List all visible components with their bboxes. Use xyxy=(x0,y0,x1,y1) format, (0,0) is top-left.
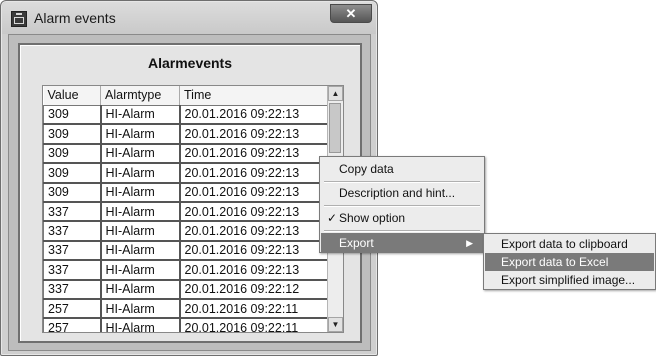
export-submenu: Export data to clipboard Export data to … xyxy=(483,233,656,290)
cell-alarmtype: HI-Alarm xyxy=(100,220,181,242)
table-row[interactable]: 309 HI-Alarm 20.01.2016 09:22:13 xyxy=(43,162,331,184)
cell-alarmtype: HI-Alarm xyxy=(100,240,181,262)
cell-value: 309 xyxy=(43,143,102,165)
menu-item-label: Export simplified image... xyxy=(501,273,636,287)
cell-value: 337 xyxy=(43,279,102,300)
menu-item-export-simplified-image[interactable]: Export simplified image... xyxy=(485,271,654,289)
table-row[interactable]: 309 HI-Alarm 20.01.2016 09:22:13 xyxy=(43,143,331,165)
menu-item-label: Show option xyxy=(339,211,406,225)
menu-item-export[interactable]: Export ▶ xyxy=(321,233,483,253)
cell-alarmtype: HI-Alarm xyxy=(100,201,181,223)
table-row[interactable]: 309 HI-Alarm 20.01.2016 09:22:13 xyxy=(43,182,331,203)
window-title: Alarm events xyxy=(34,10,116,26)
title-bar[interactable]: Alarm events ✕ xyxy=(2,2,376,34)
cell-time: 20.01.2016 09:22:13 xyxy=(179,240,331,262)
cell-time: 20.01.2016 09:22:13 xyxy=(179,182,331,203)
menu-item-export-clipboard[interactable]: Export data to clipboard xyxy=(485,235,654,253)
menu-separator xyxy=(324,230,480,232)
table-row[interactable]: 337 HI-Alarm 20.01.2016 09:22:13 xyxy=(43,201,331,223)
menu-separator xyxy=(324,205,480,207)
cell-alarmtype: HI-Alarm xyxy=(100,182,181,203)
cell-time: 20.01.2016 09:22:13 xyxy=(179,104,331,126)
cell-value: 309 xyxy=(43,182,102,203)
cell-alarmtype: HI-Alarm xyxy=(100,162,181,184)
scroll-thumb[interactable] xyxy=(329,103,341,153)
table-header-row: Value Alarmtype Time xyxy=(43,86,330,106)
table-row[interactable]: 337 HI-Alarm 20.01.2016 09:22:12 xyxy=(43,279,331,300)
cell-alarmtype: HI-Alarm xyxy=(100,259,181,281)
menu-item-label: Export data to clipboard xyxy=(501,237,628,251)
table-row[interactable]: 257 HI-Alarm 20.01.2016 09:22:11 xyxy=(43,298,331,320)
check-icon: ✓ xyxy=(327,211,338,225)
cell-time: 20.01.2016 09:22:13 xyxy=(179,123,331,145)
cell-time: 20.01.2016 09:22:13 xyxy=(179,220,331,242)
cell-value: 337 xyxy=(43,259,102,281)
cell-value: 337 xyxy=(43,220,102,242)
table-row[interactable]: 309 HI-Alarm 20.01.2016 09:22:13 xyxy=(43,104,331,126)
column-header-time[interactable]: Time xyxy=(179,86,330,106)
menu-item-copy-data[interactable]: Copy data xyxy=(321,159,483,179)
cell-alarmtype: HI-Alarm xyxy=(100,279,181,300)
cell-time: 20.01.2016 09:22:12 xyxy=(179,279,331,300)
table-row[interactable]: 337 HI-Alarm 20.01.2016 09:22:13 xyxy=(43,220,331,242)
menu-item-label: Export xyxy=(339,236,374,250)
app-window-icon xyxy=(11,11,27,27)
column-header-alarmtype[interactable]: Alarmtype xyxy=(100,86,180,106)
cell-value: 309 xyxy=(43,104,102,126)
cell-value: 337 xyxy=(43,240,102,262)
cell-alarmtype: HI-Alarm xyxy=(100,298,181,320)
context-menu: Copy data Description and hint... ✓ Show… xyxy=(319,156,485,253)
cell-alarmtype: HI-Alarm xyxy=(100,143,181,165)
close-button[interactable]: ✕ xyxy=(330,4,372,23)
table-row[interactable]: 337 HI-Alarm 20.01.2016 09:22:13 xyxy=(43,240,331,262)
alarm-table: Value Alarmtype Time 309 HI-Alarm 20.01.20… xyxy=(42,85,344,333)
cell-alarmtype: HI-Alarm xyxy=(100,317,181,332)
window-client-area: Alarmevents Value Alarmtype Time 309 HI-A… xyxy=(8,34,371,351)
cell-value: 309 xyxy=(43,123,102,145)
menu-item-label: Copy data xyxy=(339,162,394,176)
table-row[interactable]: 257 HI-Alarm 20.01.2016 09:22:11 xyxy=(43,317,331,332)
menu-item-show-option[interactable]: ✓ Show option xyxy=(321,208,483,228)
cell-time: 20.01.2016 09:22:11 xyxy=(179,317,331,332)
cell-value: 257 xyxy=(43,317,102,332)
cell-alarmtype: HI-Alarm xyxy=(100,123,181,145)
cell-value: 257 xyxy=(43,298,102,320)
table-row[interactable]: 337 HI-Alarm 20.01.2016 09:22:13 xyxy=(43,259,331,281)
cell-time: 20.01.2016 09:22:13 xyxy=(179,162,331,184)
cell-time: 20.01.2016 09:22:13 xyxy=(179,143,331,165)
scroll-down-icon[interactable]: ▼ xyxy=(328,317,343,332)
scroll-up-icon[interactable]: ▲ xyxy=(328,86,343,101)
cell-time: 20.01.2016 09:22:11 xyxy=(179,298,331,320)
cell-time: 20.01.2016 09:22:13 xyxy=(179,259,331,281)
alarm-panel: Alarmevents Value Alarmtype Time 309 HI-A… xyxy=(18,43,362,343)
menu-item-label: Export data to Excel xyxy=(501,255,609,269)
chevron-right-icon: ▶ xyxy=(466,238,473,248)
menu-item-description-and-hint[interactable]: Description and hint... xyxy=(321,183,483,203)
menu-item-label: Description and hint... xyxy=(339,186,456,200)
cell-time: 20.01.2016 09:22:13 xyxy=(179,201,331,223)
table-row[interactable]: 309 HI-Alarm 20.01.2016 09:22:13 xyxy=(43,123,331,145)
menu-item-export-excel[interactable]: Export data to Excel xyxy=(485,253,654,271)
cell-value: 309 xyxy=(43,162,102,184)
column-header-value[interactable]: Value xyxy=(43,86,101,106)
cell-value: 337 xyxy=(43,201,102,223)
cell-alarmtype: HI-Alarm xyxy=(100,104,181,126)
panel-title: Alarmevents xyxy=(147,55,233,71)
